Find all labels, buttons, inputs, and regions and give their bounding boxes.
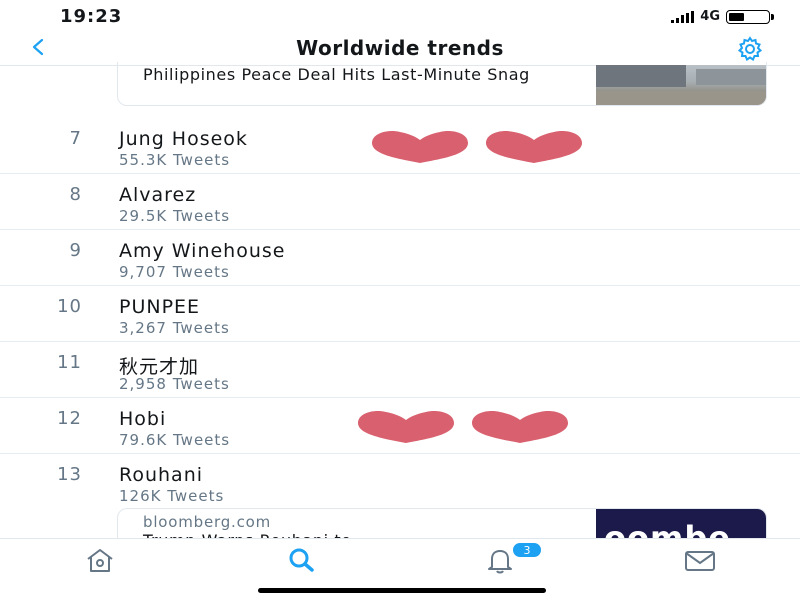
trend-row[interactable]: 11 秋元才加 2,958 Tweets [0, 342, 800, 398]
gear-icon [737, 36, 763, 61]
trend-rank: 9 [69, 240, 82, 261]
trend-name: Jung Hoseok [119, 128, 248, 150]
heart-icon [372, 131, 468, 163]
trend-tweet-count: 2,958 Tweets [119, 375, 230, 393]
heart-stickers [356, 398, 570, 454]
messages-icon [685, 551, 715, 571]
trend-row[interactable]: 7 Jung Hoseok 55.3K Tweets [0, 118, 800, 174]
trend-rank: 10 [57, 296, 82, 317]
network-type: 4G [700, 9, 720, 24]
news-thumbnail [596, 65, 766, 105]
status-bar: 19:23 4G [0, 0, 800, 32]
trend-tweet-count: 79.6K Tweets [119, 431, 231, 449]
status-time: 19:23 [60, 6, 123, 27]
trend-tweet-count: 55.3K Tweets [119, 151, 231, 169]
status-indicators: 4G [671, 9, 774, 24]
trend-rank: 11 [57, 352, 82, 373]
trend-row[interactable]: 8 Alvarez 29.5K Tweets [0, 174, 800, 230]
trend-name: Hobi [119, 408, 167, 430]
trend-row[interactable]: 10 PUNPEE 3,267 Tweets [0, 286, 800, 342]
news-source: bloomberg.com [143, 513, 272, 531]
heart-icon [358, 411, 454, 443]
battery-icon [726, 9, 774, 24]
trend-name: Rouhani [119, 464, 204, 486]
news-headline: Philippines Peace Deal Hits Last-Minute … [143, 65, 530, 84]
trend-tweet-count: 9,707 Tweets [119, 263, 230, 281]
heart-icon [486, 131, 582, 163]
trend-tweet-count: 3,267 Tweets [119, 319, 230, 337]
news-card-top[interactable]: Philippines Peace Deal Hits Last-Minute … [117, 62, 767, 106]
home-icon [87, 549, 113, 572]
tab-home[interactable] [80, 545, 120, 575]
search-icon [289, 548, 314, 572]
nav-bar: Worldwide trends [0, 32, 800, 66]
page-title: Worldwide trends [296, 36, 504, 60]
trend-row[interactable]: 13 Rouhani 126K Tweets [0, 454, 800, 510]
tab-search[interactable] [282, 545, 322, 575]
tab-messages[interactable] [680, 545, 720, 575]
notifications-badge: 3 [512, 542, 542, 558]
trend-rank: 13 [57, 464, 82, 485]
trend-rank: 8 [69, 184, 82, 205]
trend-row[interactable]: 9 Amy Winehouse 9,707 Tweets [0, 230, 800, 286]
trend-name: Amy Winehouse [119, 240, 286, 262]
signal-icon [671, 10, 695, 23]
trend-rank: 7 [69, 128, 82, 149]
trend-tweet-count: 29.5K Tweets [119, 207, 231, 225]
trend-row[interactable]: 12 Hobi 79.6K Tweets [0, 398, 800, 454]
trend-name: PUNPEE [119, 296, 201, 318]
trend-tweet-count: 126K Tweets [119, 487, 225, 505]
home-indicator[interactable] [258, 588, 546, 593]
heart-stickers [370, 118, 584, 174]
trend-rank: 12 [57, 408, 82, 429]
heart-icon [472, 411, 568, 443]
settings-button[interactable] [736, 35, 764, 63]
trend-name: Alvarez [119, 184, 197, 206]
